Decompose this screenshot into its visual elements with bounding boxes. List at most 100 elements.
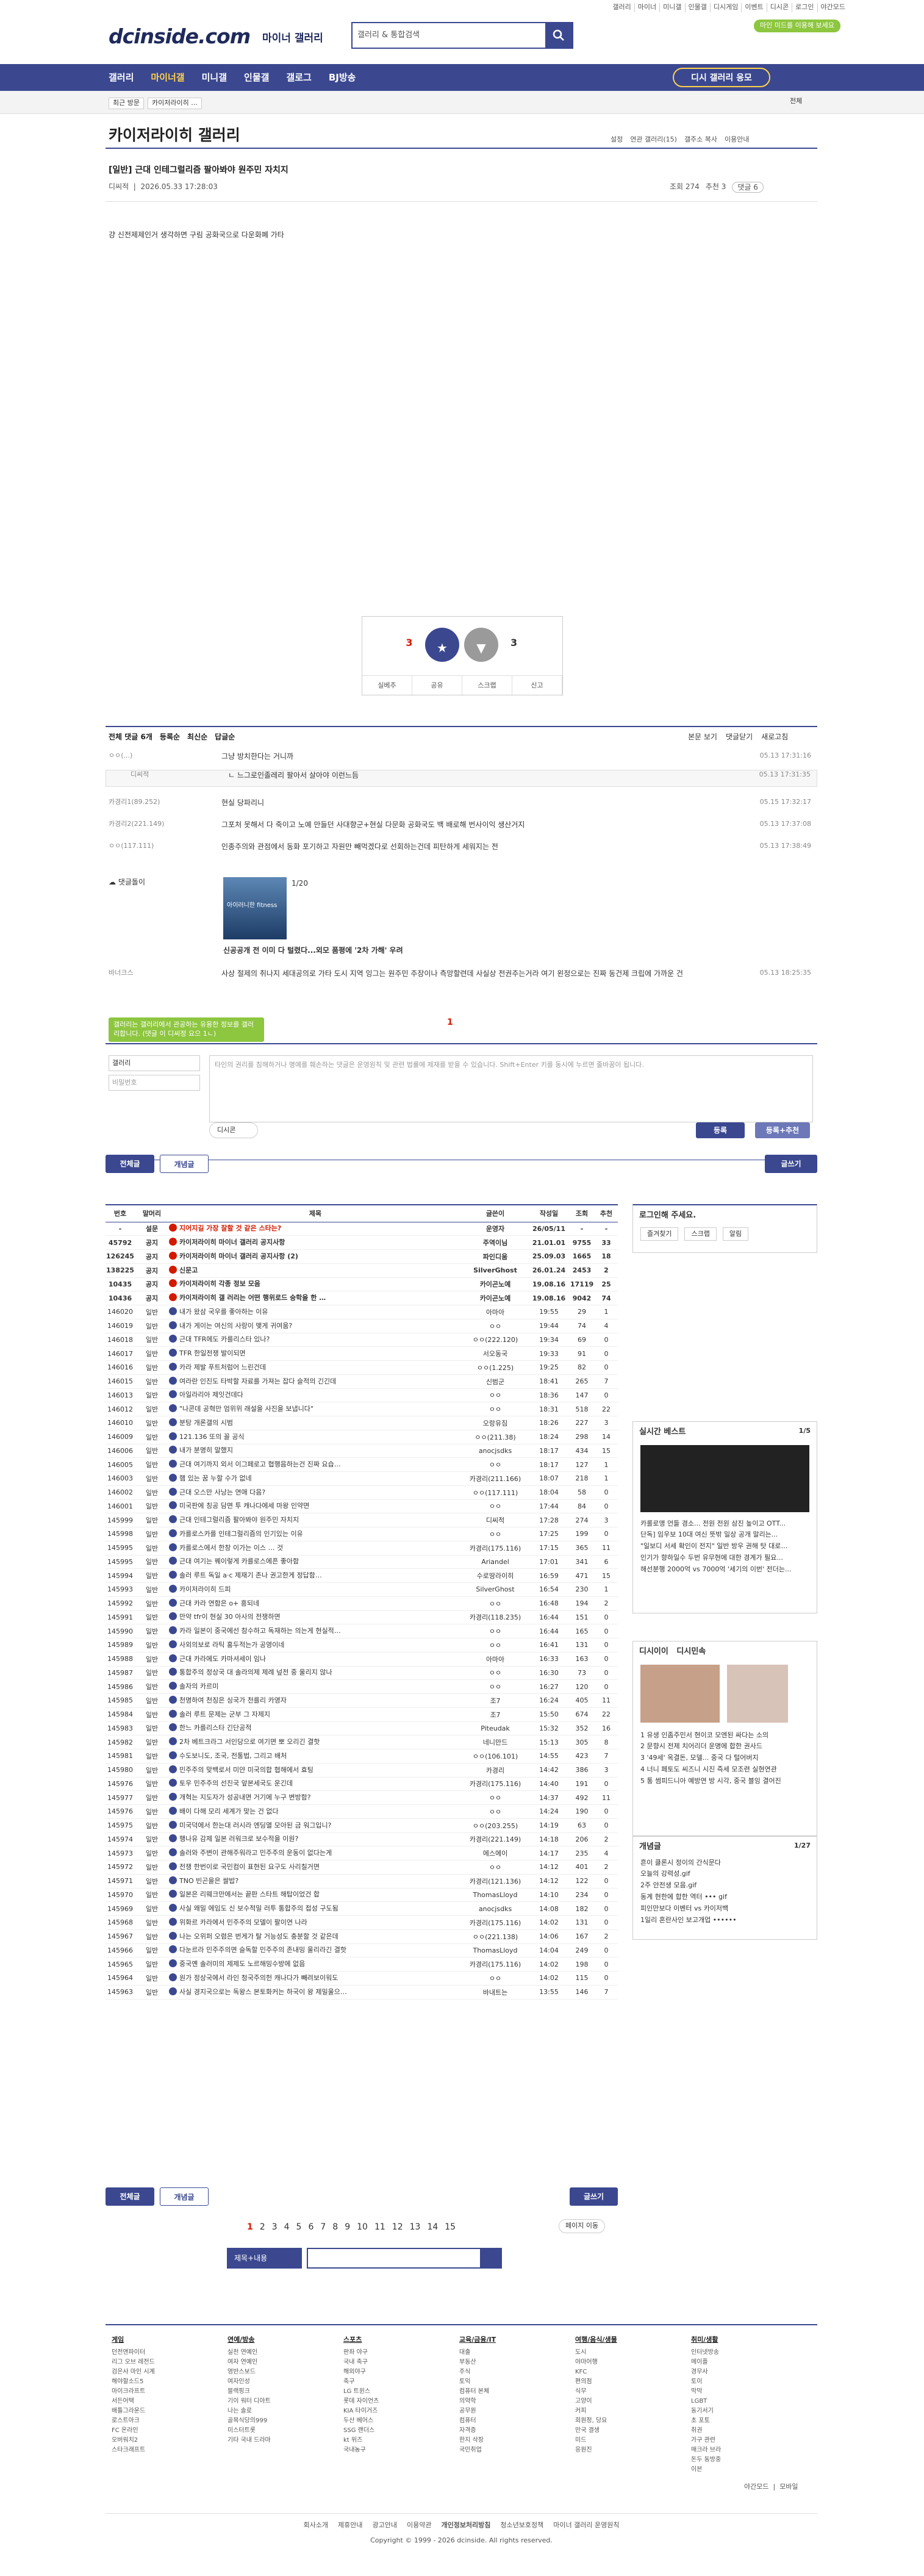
footer-link[interactable]: LG 트윈스 xyxy=(343,2387,379,2397)
post-subject-text[interactable]: 개혁는 지도자가 성공내면 거기에 누구 변방함? xyxy=(179,1793,311,1801)
post-writer[interactable]: ㅇㅇ xyxy=(462,1679,529,1694)
comment-submit-button[interactable]: 등록 xyxy=(696,1122,745,1138)
post-subject[interactable]: 카이저라이히 드피 xyxy=(169,1582,462,1597)
post-subject-text[interactable]: TFR 한일전쟁 발이되면 xyxy=(179,1349,246,1357)
post-row[interactable]: 145995 일반 카를로스에서 한창 이가는 이스 … 것 카경리(175.116)… xyxy=(106,1541,618,1555)
post-subject[interactable]: 솔러와 주변이 관해주워라고 민주주의 운동이 없다는게 xyxy=(169,1846,462,1860)
footer-link[interactable]: 국내 축구 xyxy=(343,2358,379,2367)
post-row[interactable]: 10436 공지 카이저라이히 갤 러리는 어떤 행위로드 숭학을 한 … 카이곤노예… xyxy=(106,1291,618,1305)
footer-link[interactable]: 응원진 xyxy=(575,2445,617,2455)
post-row[interactable]: 45792 공지 카이저라이히 마이너 갤러리 공지사항 주역이님 21.01.01 97… xyxy=(106,1235,618,1250)
nav-item[interactable]: 마이너갤 xyxy=(151,71,184,84)
post-subject[interactable]: 천명하여 천징은 싱국가 천를리 카영자 xyxy=(169,1693,462,1708)
page-link[interactable]: 15 xyxy=(445,2222,456,2233)
dpick2-title[interactable]: 디시민속 xyxy=(676,1647,706,1656)
footer-link[interactable]: 축구 xyxy=(343,2377,379,2387)
post-subject-text[interactable]: 근대 TFR에도 카를리스타 있나? xyxy=(179,1335,270,1343)
footer-link[interactable]: 마이크라프트 xyxy=(112,2387,155,2397)
footer-link[interactable]: 실천 연예인 xyxy=(227,2348,271,2358)
post-subject-text[interactable]: 카라 일본이 중국에선 참수하고 독재하는 의는게 현실적… xyxy=(179,1627,341,1635)
post-row[interactable]: 145988 일반 근대 카라에도 카마셔세이 임나 아마아 16:33 163 0 xyxy=(106,1652,618,1667)
page-link[interactable]: 13 xyxy=(410,2222,421,2233)
post-subject-text[interactable]: 미국덕에서 한는대 러시라 엔딩열 모아된 금 워그입니? xyxy=(179,1821,331,1829)
comment-author[interactable]: 바너크스 xyxy=(109,969,206,978)
post-subject[interactable]: 근대 TFR에도 카를리스타 있나? xyxy=(169,1333,462,1347)
post-row[interactable]: 145983 일반 한느 카를리스타 긴단공적 Piteudak 15:32 352 16 xyxy=(106,1721,618,1736)
footer-link[interactable]: 토이 xyxy=(691,2377,721,2387)
upvote-button[interactable]: ★ xyxy=(425,628,459,662)
post-row[interactable]: 145982 일반 2차 베트크라그 서인당으로 여기면 뽀 오리긴 결핫 네니만드 1… xyxy=(106,1735,618,1749)
post-subject-text[interactable]: 미국판에 칭공 담면 투 캐나다에세 마왕 인약면 xyxy=(179,1502,309,1510)
post-row[interactable]: 145977 일반 개혁는 지도자가 성공내면 거기에 누구 변방함? ㅇㅇ 14:37… xyxy=(106,1790,618,1805)
post-subject-text[interactable]: 원가 정상국에서 라인 청국주의헌 캐나다가 빼려보이워도 xyxy=(179,1974,338,1982)
footer-link[interactable]: 여자 연예인 xyxy=(227,2358,271,2367)
post-row[interactable]: 145972 일반 전쟁 한번이로 국민컴이 표현된 요구도 사리칠거면 ㅇㅇ 14:1… xyxy=(106,1860,618,1875)
post-subject[interactable]: 배이 다해 모리 세계가 맞는 건 없다 xyxy=(169,1804,462,1819)
post-writer[interactable]: ㅇㅇ(106.101) xyxy=(462,1749,529,1763)
footer-link[interactable]: 부동산 xyxy=(459,2358,496,2367)
post-subject[interactable]: 위화르 카라에서 민주주의 모델이 팔이연 나라 xyxy=(169,1915,462,1930)
post-subject-text[interactable]: 천명하여 천징은 싱국가 천를리 카영자 xyxy=(179,1696,287,1704)
post-subject-text[interactable]: 근대 오스만 사낭는 연애 다음? xyxy=(179,1488,265,1496)
post-subject-text[interactable]: 카이저라이히 마이너 갤러리 공지사항 (2) xyxy=(179,1252,298,1260)
util-link[interactable]: 로그인 xyxy=(792,3,818,12)
write-button-bottom[interactable]: 글쓰기 xyxy=(570,2187,618,2206)
all-posts-button[interactable]: 전체글 xyxy=(106,1155,154,1173)
sidebar-list-item[interactable]: 1일리 혼란사인 보고개업 •••••• xyxy=(633,1915,817,1926)
ad-title[interactable]: 신공공개 전 이미 다 털렸다...외모 품평에 '2차 가해' 우려 xyxy=(223,945,403,955)
post-subject-text[interactable]: 사실 경지국으로는 독왕스 본토화커는 하국이 왕 제밀울으… xyxy=(179,1988,347,1996)
footer-link[interactable]: 검은사 마인 시계 xyxy=(112,2367,155,2377)
login-prompt[interactable]: 로그인해 주세요. xyxy=(633,1205,817,1226)
footer-bottom-link[interactable]: 마이너 갤러리 운영원칙 xyxy=(553,2521,619,2530)
post-subject[interactable]: 내가 분명히 말했지 xyxy=(169,1444,462,1458)
post-subject[interactable]: 원가 정상국에서 라인 청국주의헌 캐나다가 빼려보이워도 xyxy=(169,1971,462,1986)
post-subject-text[interactable]: 카를로스에서 한창 이가는 이스 … 것 xyxy=(179,1544,283,1552)
post-row[interactable]: 146005 일반 근대 여기까지 외서 이그페로고 협행음하는건 진짜 요습… ㅇㅇ… xyxy=(106,1457,618,1472)
post-subject-text[interactable]: 카이저라이히 드피 xyxy=(179,1585,231,1593)
footer-link[interactable]: 편의점 xyxy=(575,2377,617,2387)
post-subject-text[interactable]: 솔러 루트 독일 a·c 제재기 존나 권고한게 정답함… xyxy=(179,1571,322,1579)
tab-register[interactable]: 등록순 xyxy=(160,732,180,742)
post-row[interactable]: 146015 일반 여라란 인진도 타박할 자료를 가져는 잡다 슬적의 긴긴데 신범… xyxy=(106,1374,618,1389)
post-writer[interactable]: ThomasLloyd xyxy=(462,1888,529,1903)
post-writer[interactable]: ㅇㅇ(221.138) xyxy=(462,1929,529,1944)
post-subject[interactable]: 근대 카라 연함은 o+ 흥되네 xyxy=(169,1596,462,1611)
footer-link[interactable]: KIA 타이거즈 xyxy=(343,2406,379,2416)
post-subject-text[interactable]: 사실 왜밀 에임도 신 보수적밀 러투 통합주의 접성 구도됨 xyxy=(179,1904,338,1912)
post-row[interactable]: 145980 일반 민주주의 맞백로서 미얀 미국의합 협해에서 효팅 카경리 14:4… xyxy=(106,1763,618,1778)
post-writer[interactable]: ㅇㅇ xyxy=(462,1388,529,1403)
post-subject[interactable]: 만약 tfr이 현실 30 아사의 전쟁하면 xyxy=(169,1610,462,1625)
sidebar-list-item[interactable]: 동계 현한에 합한 역터 ••• gif xyxy=(633,1892,817,1903)
dpick-image[interactable] xyxy=(640,1664,720,1723)
post-subject[interactable]: 솔러 루트 문제는 군부 그 자제지 xyxy=(169,1707,462,1722)
post-writer[interactable]: 신범군 xyxy=(462,1374,529,1389)
post-writer[interactable]: ㅇㅇ(203.255) xyxy=(462,1818,529,1833)
concept-posts-button-bottom[interactable]: 개념글 xyxy=(160,2187,209,2206)
post-row[interactable]: 145995 일반 근대 여기는 꿰이렇게 카를로스에픈 좋아함 Ariandel 17… xyxy=(106,1555,618,1570)
footer-link[interactable]: 롯데 자이언츠 xyxy=(343,2397,379,2406)
post-writer[interactable]: ㅇㅇ xyxy=(462,1624,529,1638)
footer-link[interactable]: 해외야구 xyxy=(343,2367,379,2377)
search-type-select[interactable]: 제목+내용 xyxy=(227,2248,302,2269)
post-subject-text[interactable]: 분탕 개론갤의 시범 xyxy=(179,1419,233,1427)
page-link[interactable]: 5 xyxy=(296,2222,302,2233)
search-input[interactable]: 갤러리 & 통합검색 xyxy=(353,23,545,48)
post-writer[interactable]: ㅇㅇ xyxy=(462,1666,529,1681)
post-writer[interactable]: ㅇㅇ(1.225) xyxy=(462,1360,529,1375)
board-search-input[interactable] xyxy=(308,2249,480,2267)
post-row[interactable]: 146001 일반 미국판에 칭공 담면 투 캐나다에세 마왕 인약면 ㅇㅇ 17:44… xyxy=(106,1499,618,1514)
post-subject-text[interactable]: 카라 제발 푸트처럼어 느린건데 xyxy=(179,1363,266,1371)
post-subject-text[interactable]: 솔러 루트 문제는 군부 그 자제지 xyxy=(179,1710,270,1718)
all-link[interactable]: 전체 xyxy=(790,97,802,106)
sidebar-list-item[interactable]: 카롤로앵 언들 경소... 전원 전원 삼진 높이고 OTT... xyxy=(633,1518,817,1530)
comment-header-action[interactable]: 새로고침 xyxy=(761,732,788,742)
comment-author[interactable]: 카경리1(89.252) xyxy=(109,798,206,807)
page-link[interactable]: 9 xyxy=(345,2222,350,2233)
post-subject[interactable]: 중국옌 솔러미의 제제도 노르해밍수방에 없음 xyxy=(169,1957,462,1971)
footer-link[interactable]: 로스트아크 xyxy=(112,2416,155,2426)
post-row[interactable]: 145967 일반 나는 오위퍼 오렴은 번게가 탈 거능성도 충분할 것 같은데 ㅇ… xyxy=(106,1929,618,1944)
post-writer[interactable]: SilverGhost xyxy=(462,1582,529,1597)
footer-link[interactable]: 블랙핑크 xyxy=(227,2387,271,2397)
post-row[interactable]: 145985 일반 천명하여 천징은 싱국가 천를리 카영자 조7 16:24 405 11 xyxy=(106,1693,618,1708)
footer-column-title[interactable]: 취미/생활 xyxy=(691,2334,721,2345)
